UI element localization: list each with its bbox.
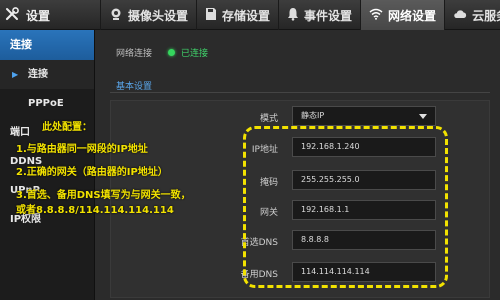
sidebar-item-label: 连接	[28, 69, 48, 80]
network-status-label: 网络连接	[116, 49, 153, 59]
tab-label: 网络设置	[388, 8, 437, 23]
top-bar: 设置 摄像头设置 存储设置 事件设置 网络设置 云服	[0, 0, 500, 30]
tab-label: 存储设置	[222, 8, 271, 23]
sidebar-item-pppoe[interactable]: PPPoE	[0, 89, 94, 118]
annotation-line: 2.正确的网关（路由器的IP地址）	[16, 167, 168, 178]
wifi-icon	[369, 8, 383, 23]
annotation-line: 1.与路由器同一网段的IP地址	[16, 144, 148, 155]
triangle-right-icon: ▶	[12, 70, 19, 79]
tab-label: 摄像头设置	[128, 8, 189, 23]
sidebar-heading-connection[interactable]: 连接	[0, 30, 94, 60]
tab-event-settings[interactable]: 事件设置	[278, 0, 360, 30]
secondary-dns-label: 备用DNS	[240, 270, 278, 280]
primary-dns-label: 首选DNS	[240, 238, 278, 248]
primary-dns-input[interactable]: 8.8.8.8	[292, 230, 436, 250]
annotation-line: 3.首选、备用DNS填写为与网关一致，	[16, 190, 191, 201]
top-tabs: 摄像头设置 存储设置 事件设置 网络设置 云服务	[100, 0, 500, 30]
subnet-mask-input[interactable]: 255.255.255.0	[292, 170, 436, 190]
network-status-value: 已连接	[181, 49, 209, 59]
settings-title: 设置	[4, 0, 100, 30]
tab-storage-settings[interactable]: 存储设置	[196, 0, 278, 30]
bell-icon	[287, 7, 299, 24]
sidebar-item-label: PPPoE	[28, 98, 64, 109]
sidebar-item-connection[interactable]: ▶ 连接	[0, 60, 94, 89]
tab-network-settings[interactable]: 网络设置	[360, 0, 445, 30]
tab-label: 云服务	[472, 8, 500, 23]
gateway-input[interactable]: 192.168.1.1	[292, 200, 436, 220]
status-dot-icon	[168, 49, 176, 56]
annotation-note: 此处配置： 1.与路由器同一网段的IP地址 2.正确的网关（路由器的IP地址） …	[10, 120, 260, 218]
tools-icon	[4, 6, 20, 25]
divider	[110, 92, 490, 93]
ip-address-input[interactable]: 192.168.1.240	[292, 137, 436, 157]
cloud-icon	[453, 8, 467, 22]
camera-icon	[109, 7, 123, 24]
tab-cloud-service[interactable]: 云服务	[444, 0, 500, 30]
network-status: 网络连接 已连接	[116, 46, 208, 59]
tab-label: 事件设置	[304, 8, 353, 23]
chevron-down-icon	[419, 114, 427, 119]
tab-camera-settings[interactable]: 摄像头设置	[100, 0, 196, 30]
section-title: 基本设置	[116, 82, 153, 92]
secondary-dns-input[interactable]: 114.114.114.114	[292, 262, 436, 282]
mode-select[interactable]: 静态IP	[292, 106, 436, 126]
mode-select-value: 静态IP	[301, 111, 325, 120]
storage-icon	[205, 7, 217, 24]
settings-title-label: 设置	[26, 8, 51, 23]
annotation-heading: 此处配置：	[42, 122, 92, 133]
annotation-line: 或者8.8.8.8/114.114.114.114	[16, 205, 174, 216]
